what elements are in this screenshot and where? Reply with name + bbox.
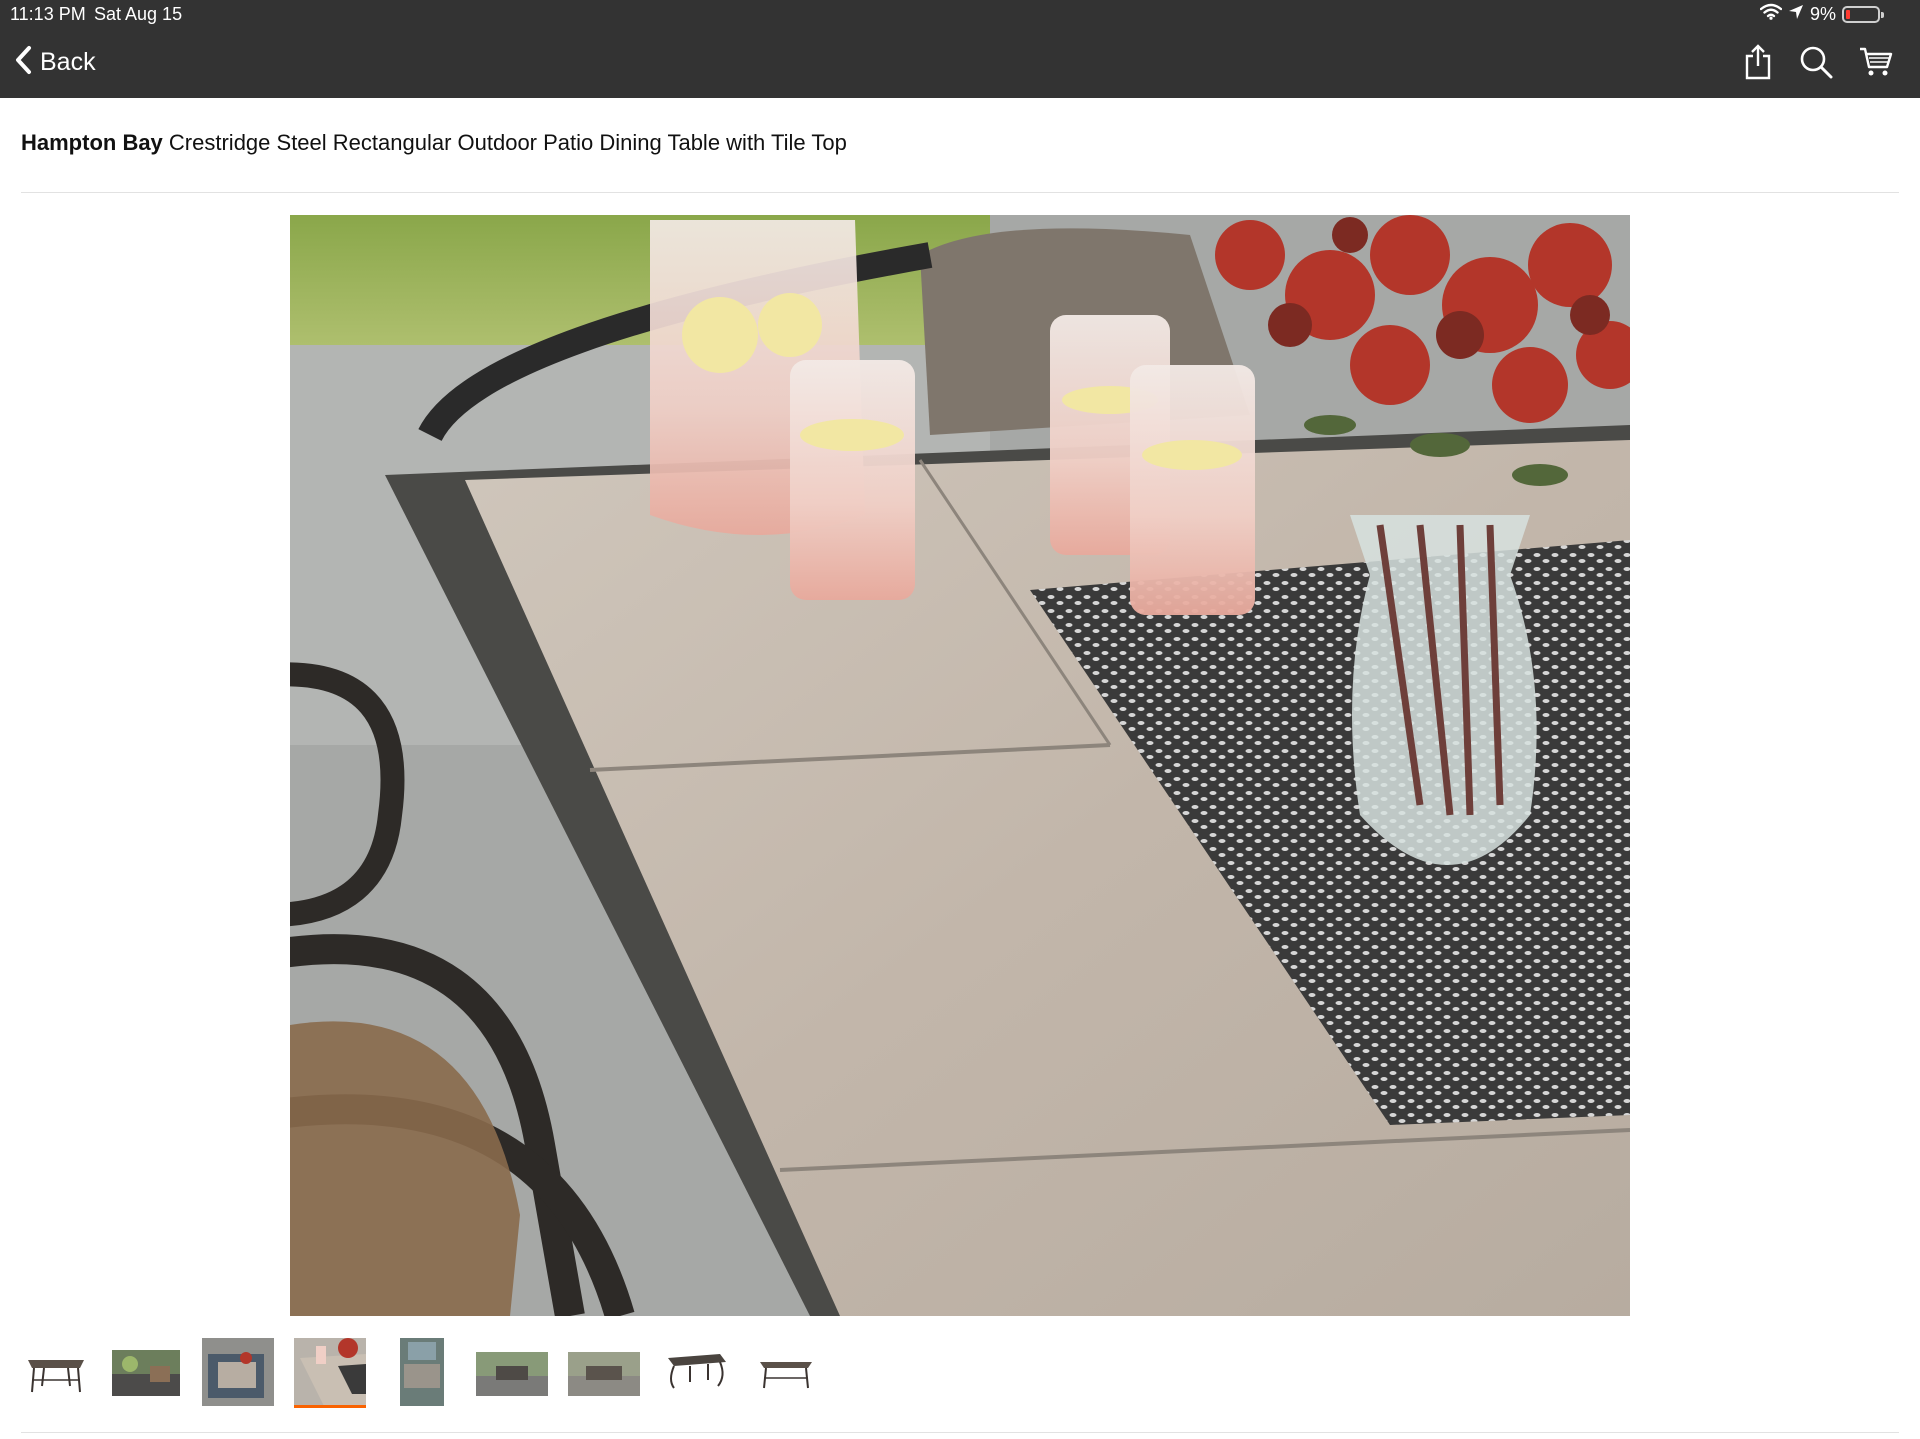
thumbnail-4[interactable]	[294, 1336, 366, 1408]
location-arrow-icon	[1788, 4, 1804, 25]
share-button[interactable]	[1738, 43, 1778, 85]
back-button[interactable]: Back	[14, 44, 96, 80]
thumbnail-1[interactable]	[20, 1336, 92, 1408]
chevron-left-icon	[14, 45, 32, 80]
search-icon	[1799, 45, 1833, 84]
battery-percent: 9%	[1809, 3, 1836, 24]
product-name: Crestridge Steel Rectangular Outdoor Pat…	[168, 130, 847, 155]
thumbnail-3[interactable]	[202, 1336, 274, 1408]
status-date: Sat Aug 15	[94, 4, 183, 24]
cart-button[interactable]	[1856, 44, 1896, 84]
share-icon	[1744, 43, 1772, 85]
thumbnail-9[interactable]	[750, 1336, 822, 1408]
status-time: 11:13 PM	[10, 4, 86, 24]
thumbnail-8[interactable]	[660, 1336, 732, 1408]
app-header: 11:13 PM Sat Aug 15 9% Back	[0, 0, 1920, 98]
thumbnail-5[interactable]	[386, 1336, 458, 1408]
back-label: Back	[40, 47, 96, 76]
status-indicators: 9%	[1759, 3, 1884, 25]
product-title: Hampton Bay Crestridge Steel Rectangular…	[21, 130, 1901, 156]
thumbnail-2[interactable]	[110, 1336, 182, 1408]
thumbnail-strip	[0, 1330, 1920, 1430]
main-product-image[interactable]	[290, 215, 1630, 1316]
thumbnail-7[interactable]	[568, 1336, 640, 1408]
divider	[21, 192, 1899, 193]
wifi-icon	[1759, 3, 1783, 25]
product-brand: Hampton Bay	[21, 130, 163, 155]
bottom-divider	[21, 1432, 1899, 1433]
table-photo-illustration	[290, 215, 1630, 1316]
cart-icon	[1859, 46, 1893, 83]
search-button[interactable]	[1796, 44, 1836, 84]
thumbnail-6[interactable]	[476, 1336, 548, 1408]
battery-icon	[1842, 5, 1884, 23]
